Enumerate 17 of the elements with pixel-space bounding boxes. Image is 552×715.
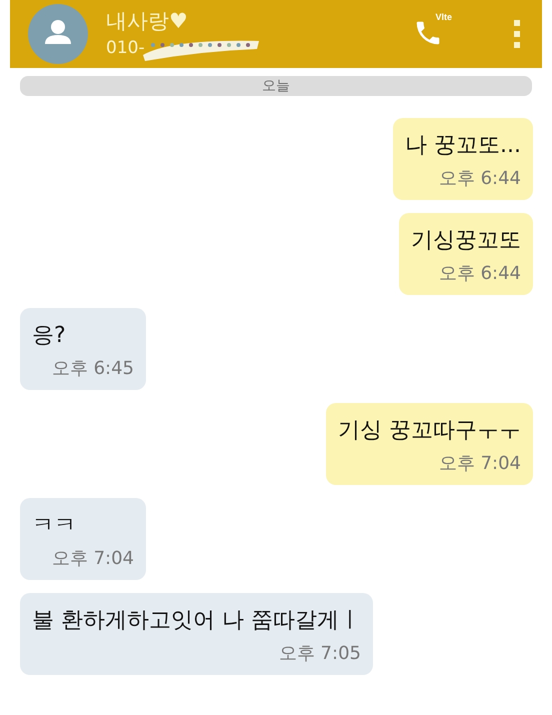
message-text: 응? (32, 322, 66, 350)
message-text: 나 꿍꼬또... (405, 132, 521, 160)
message-text: 불 환하게하고잇어 나 쭘따갈게ㅣ (32, 607, 361, 635)
date-divider: 오늘 (20, 76, 532, 96)
message-text: ㅋㅋ (32, 512, 76, 540)
call-button[interactable]: Vlte (404, 10, 452, 58)
phone-number: 010- (106, 38, 145, 58)
message-time: 오후 6:44 (438, 262, 521, 285)
message-time: 오후 6:44 (438, 167, 521, 190)
message-time: 오후 7:04 (438, 452, 521, 475)
contact-name: 내사랑♥ (106, 8, 189, 35)
message-time: 오후 7:04 (52, 547, 134, 570)
message-time: 오후 7:05 (278, 642, 361, 665)
message-time: 오후 6:45 (52, 357, 134, 380)
avatar-icon (28, 4, 88, 64)
message-text: 기싱꿍꼬또 (411, 227, 521, 255)
message-text: 기싱 꿍꼬따구ㅜㅜ (338, 417, 521, 445)
